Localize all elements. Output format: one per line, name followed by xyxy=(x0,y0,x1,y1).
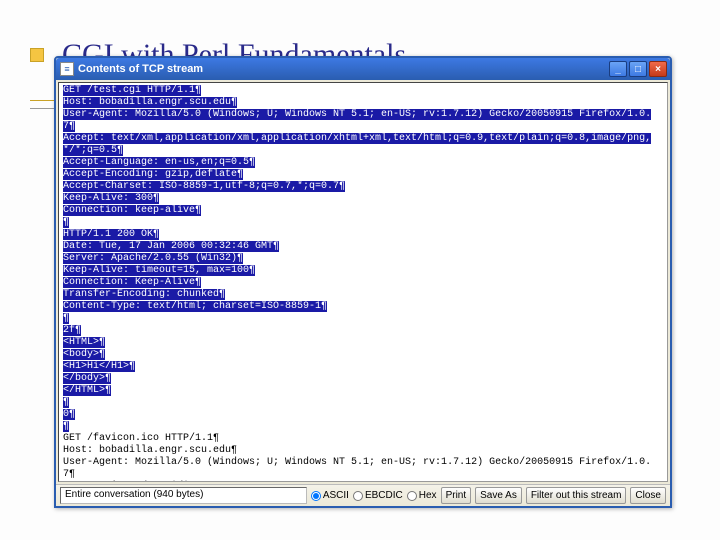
minimize-button[interactable]: _ xyxy=(609,61,627,77)
stream-line[interactable]: Accept-Language: en-us,en;q=0.5¶ xyxy=(63,157,255,168)
stream-line[interactable]: HTTP/1.1 200 OK¶ xyxy=(63,229,159,240)
window-title: Contents of TCP stream xyxy=(78,63,203,75)
ascii-radio[interactable]: ASCII xyxy=(311,490,349,501)
print-button[interactable]: Print xyxy=(441,487,472,504)
stream-line[interactable]: ¶ xyxy=(63,421,69,432)
stream-line[interactable]: ¶ xyxy=(63,217,69,228)
stream-line[interactable]: Date: Tue, 17 Jan 2006 00:32:46 GMT¶ xyxy=(63,241,279,252)
stream-line[interactable]: Connection: keep-alive¶ xyxy=(63,205,201,216)
stream-line[interactable]: Host: bobadilla.engr.scu.edu¶ xyxy=(63,445,237,456)
bottom-toolbar: Entire conversation (940 bytes) ASCII EB… xyxy=(56,484,670,506)
titlebar[interactable]: ≡ Contents of TCP stream _ □ × xyxy=(56,58,670,80)
stream-line[interactable]: Accept: image/png,*/*;q=0.5¶ xyxy=(63,481,231,482)
slide-bullet xyxy=(30,48,44,62)
stream-line[interactable]: <HTML>¶ xyxy=(63,337,105,348)
stream-line[interactable]: Host: bobadilla.engr.scu.edu¶ xyxy=(63,97,237,108)
stream-line[interactable]: <H1>Hi</H1>¶ xyxy=(63,361,135,372)
stream-line[interactable]: Transfer-Encoding: chunked¶ xyxy=(63,289,225,300)
stream-line[interactable]: Accept: text/xml,application/xml,applica… xyxy=(63,133,651,144)
stream-line[interactable]: Keep-Alive: 300¶ xyxy=(63,193,159,204)
stream-line[interactable]: User-Agent: Mozilla/5.0 (Windows; U; Win… xyxy=(63,109,651,120)
stream-line[interactable]: </HTML>¶ xyxy=(63,385,111,396)
hex-radio[interactable]: Hex xyxy=(407,490,437,501)
stream-line[interactable]: Server: Apache/2.0.55 (Win32)¶ xyxy=(63,253,243,264)
stream-line[interactable]: Connection: Keep-Alive¶ xyxy=(63,277,201,288)
stream-line[interactable]: Content-Type: text/html; charset=ISO-885… xyxy=(63,301,327,312)
save-as-button[interactable]: Save As xyxy=(475,487,522,504)
stream-line[interactable]: 0¶ xyxy=(63,409,75,420)
stream-line[interactable]: 2f¶ xyxy=(63,325,81,336)
stream-line[interactable]: GET /test.cgi HTTP/1.1¶ xyxy=(63,85,201,96)
stream-line[interactable]: User-Agent: Mozilla/5.0 (Windows; U; Win… xyxy=(63,457,651,468)
close-button[interactable]: × xyxy=(649,61,667,77)
stream-line[interactable]: <body>¶ xyxy=(63,349,105,360)
stream-line[interactable]: GET /favicon.ico HTTP/1.1¶ xyxy=(63,433,219,444)
stream-text-area[interactable]: GET /test.cgi HTTP/1.1¶ Host: bobadilla.… xyxy=(58,82,668,482)
stream-line[interactable]: Keep-Alive: timeout=15, max=100¶ xyxy=(63,265,255,276)
stream-line[interactable]: Accept-Encoding: gzip,deflate¶ xyxy=(63,169,243,180)
stream-line[interactable]: Accept-Charset: ISO-8859-1,utf-8;q=0.7,*… xyxy=(63,181,345,192)
filter-out-button[interactable]: Filter out this stream xyxy=(526,487,627,504)
stream-line[interactable]: </body>¶ xyxy=(63,373,111,384)
stream-line[interactable]: 7¶ xyxy=(63,469,75,480)
stream-line[interactable]: ¶ xyxy=(63,313,69,324)
maximize-button[interactable]: □ xyxy=(629,61,647,77)
close-stream-button[interactable]: Close xyxy=(630,487,666,504)
stream-line[interactable]: ¶ xyxy=(63,397,69,408)
app-icon: ≡ xyxy=(60,62,74,76)
stream-line[interactable]: */*;q=0.5¶ xyxy=(63,145,123,156)
conversation-status[interactable]: Entire conversation (940 bytes) xyxy=(60,487,307,504)
stream-line[interactable]: 7¶ xyxy=(63,121,75,132)
tcp-stream-window: ≡ Contents of TCP stream _ □ × GET /test… xyxy=(54,56,672,508)
ebcdic-radio[interactable]: EBCDIC xyxy=(353,490,403,501)
